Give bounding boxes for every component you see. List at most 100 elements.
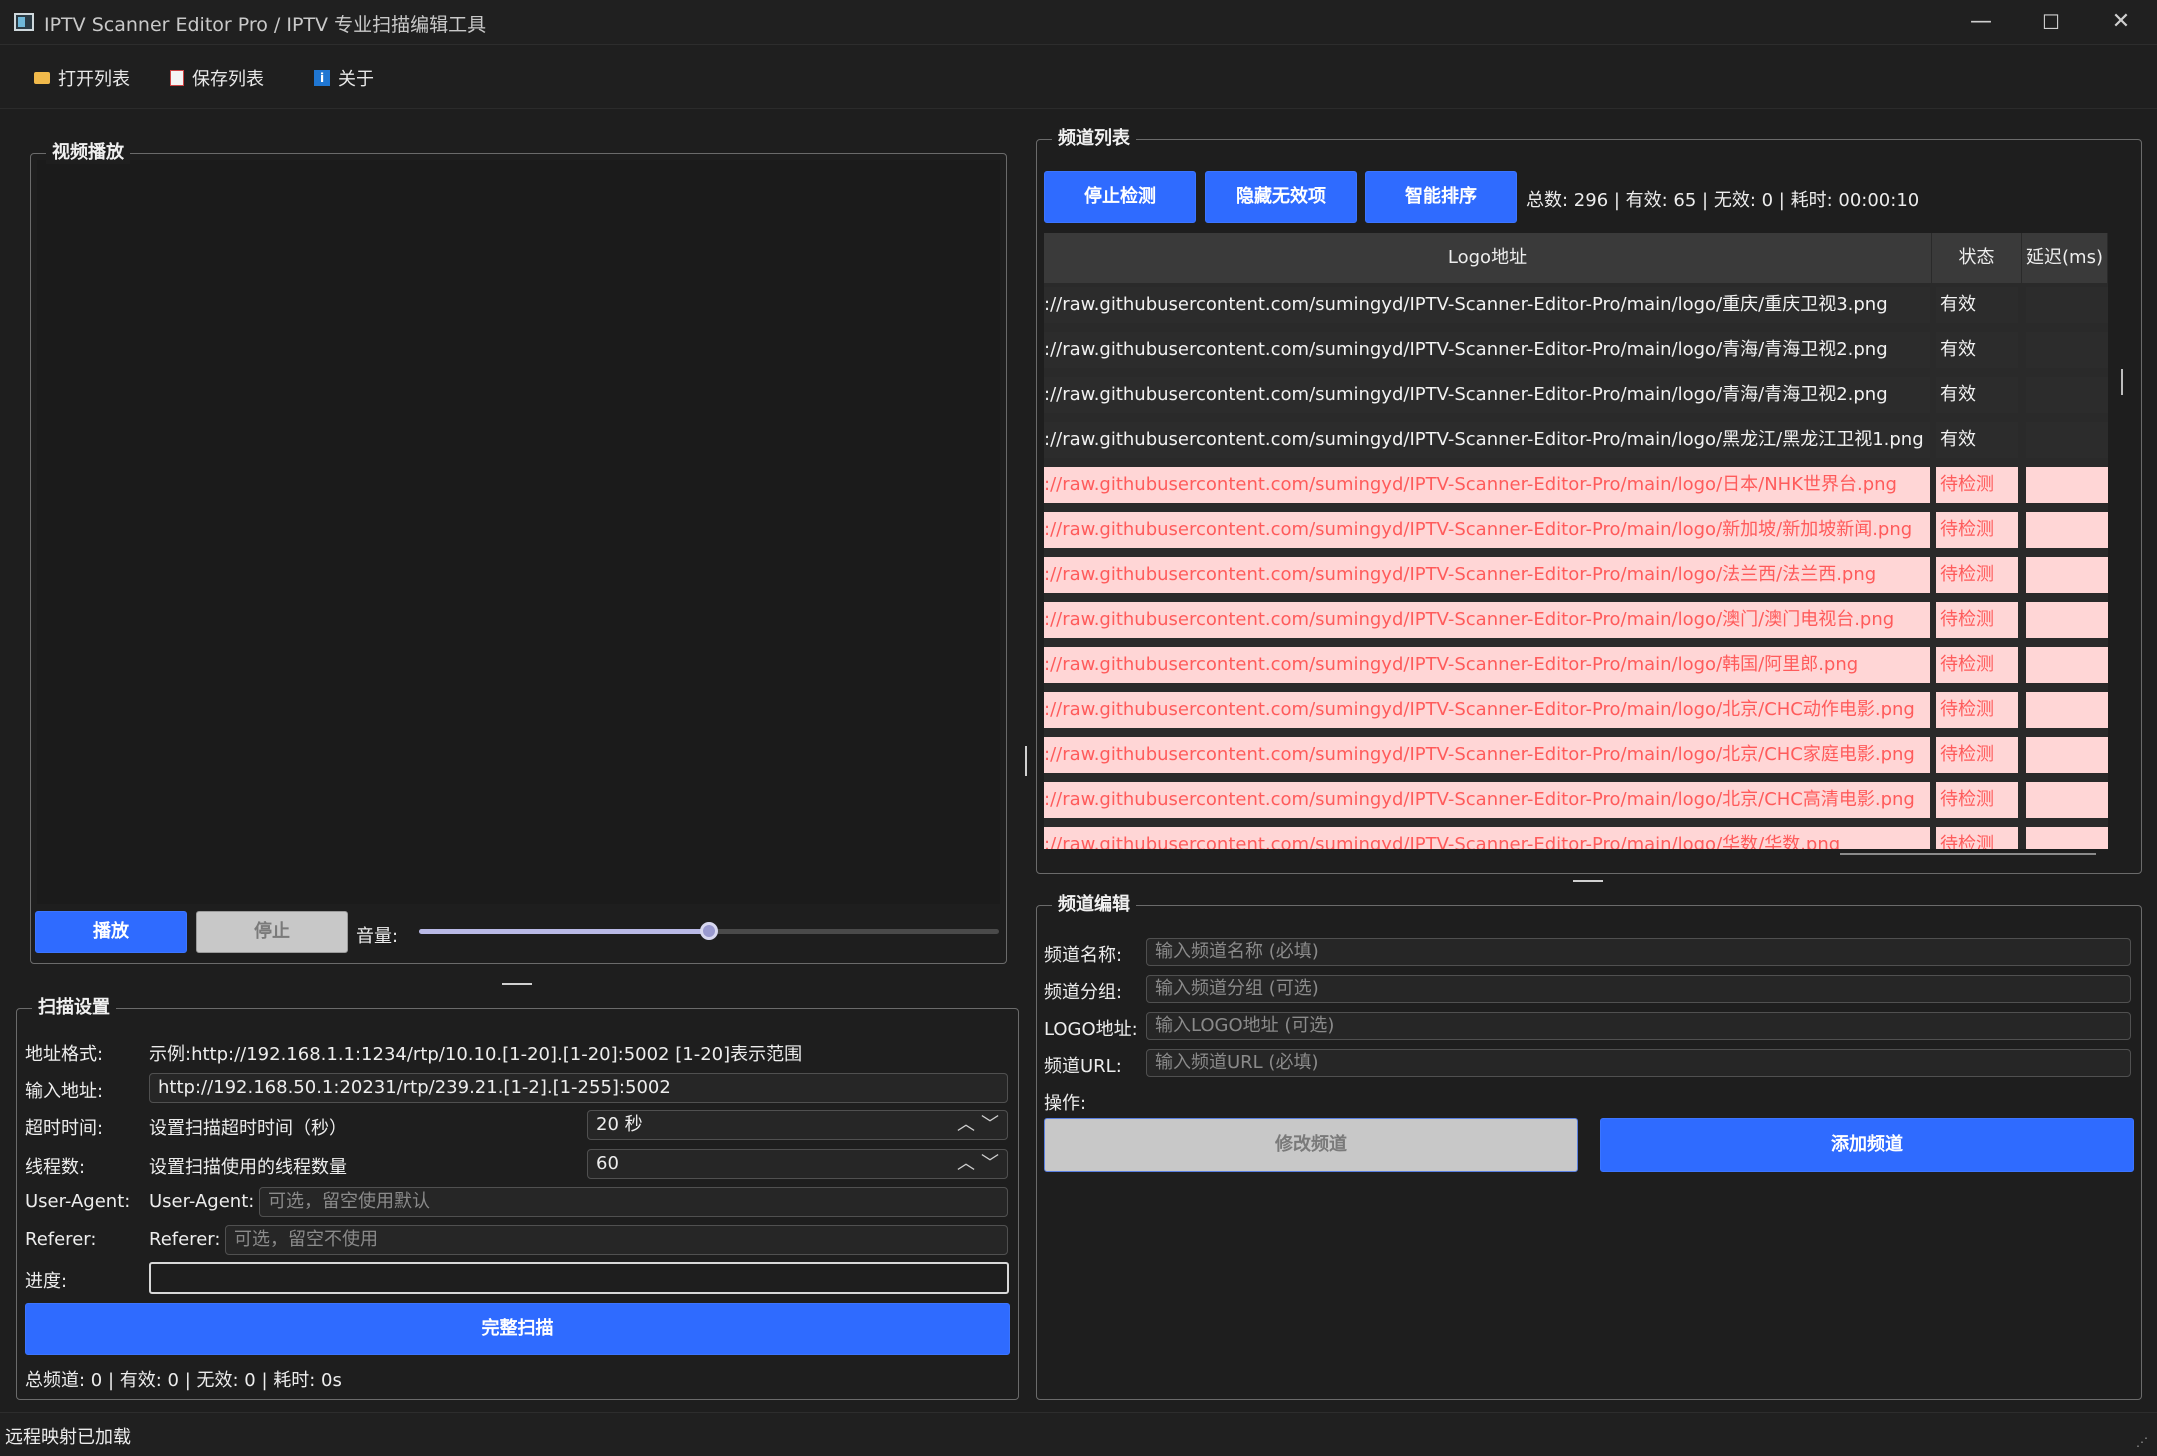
logo-url-cell[interactable]: ://raw.githubusercontent.com/sumingyd/IP… [1044, 557, 1930, 593]
resize-grip-icon[interactable]: ⋰ [2136, 1435, 2148, 1449]
table-row[interactable]: ://raw.githubusercontent.com/sumingyd/IP… [1044, 733, 2108, 778]
spin-down-icon[interactable]: ﹀ [981, 1111, 999, 1139]
status-cell[interactable]: 有效 [1936, 332, 2018, 368]
referer-input[interactable]: 可选，留空不使用 [225, 1225, 1008, 1255]
hide-invalid-button[interactable]: 隐藏无效项 [1205, 171, 1357, 223]
status-cell[interactable]: 待检测 [1936, 692, 2018, 728]
stop-check-button[interactable]: 停止检测 [1044, 171, 1196, 223]
logo-url-cell[interactable]: ://raw.githubusercontent.com/sumingyd/IP… [1044, 377, 1930, 413]
latency-cell[interactable] [2026, 602, 2108, 638]
channel-table[interactable]: Logo地址 状态 延迟(ms) ://raw.githubuserconten… [1044, 233, 2108, 849]
logo-address-input[interactable]: 输入LOGO地址 (可选) [1146, 1012, 2131, 1040]
table-row[interactable]: ://raw.githubusercontent.com/sumingyd/IP… [1044, 553, 2108, 598]
column-header-logo[interactable]: Logo地址 [1044, 233, 1932, 283]
channel-url-input[interactable]: 输入频道URL (必填) [1146, 1049, 2131, 1077]
status-cell[interactable]: 待检测 [1936, 467, 2018, 503]
video-area[interactable] [37, 160, 1000, 904]
logo-url-cell[interactable]: ://raw.githubusercontent.com/sumingyd/IP… [1044, 467, 1930, 503]
status-cell[interactable]: 待检测 [1936, 647, 2018, 683]
threads-label: 线程数: [25, 1157, 86, 1178]
logo-url-cell[interactable]: ://raw.githubusercontent.com/sumingyd/IP… [1044, 422, 1930, 458]
input-address-field[interactable]: http://192.168.50.1:20231/rtp/239.21.[1-… [149, 1073, 1008, 1103]
status-cell[interactable]: 待检测 [1936, 737, 2018, 773]
table-row[interactable]: ://raw.githubusercontent.com/sumingyd/IP… [1044, 643, 2108, 688]
table-row[interactable]: ://raw.githubusercontent.com/sumingyd/IP… [1044, 823, 2108, 849]
channel-group-input[interactable]: 输入频道分组 (可选) [1146, 975, 2131, 1003]
column-header-status[interactable]: 状态 [1932, 233, 2022, 283]
timeout-spinbox[interactable]: 20 秒 ︿ ﹀ [587, 1110, 1008, 1140]
spin-down-icon[interactable]: ﹀ [981, 1150, 999, 1178]
latency-cell[interactable] [2026, 287, 2108, 323]
latency-cell[interactable] [2026, 827, 2108, 849]
scrollbar-thumb[interactable] [2121, 369, 2123, 395]
stop-button[interactable]: 停止 [196, 911, 348, 953]
open-list-menu[interactable]: 打开列表 [34, 65, 130, 91]
latency-cell[interactable] [2026, 692, 2108, 728]
volume-label: 音量: [356, 926, 399, 947]
status-cell[interactable]: 待检测 [1936, 557, 2018, 593]
smart-sort-button[interactable]: 智能排序 [1365, 171, 1517, 223]
vertical-splitter-handle[interactable] [1025, 746, 1027, 776]
play-button[interactable]: 播放 [35, 911, 187, 953]
status-cell[interactable]: 待检测 [1936, 602, 2018, 638]
latency-cell[interactable] [2026, 512, 2108, 548]
table-row[interactable]: ://raw.githubusercontent.com/sumingyd/IP… [1044, 283, 2108, 328]
channel-name-input[interactable]: 输入频道名称 (必填) [1146, 938, 2131, 966]
latency-cell[interactable] [2026, 647, 2108, 683]
logo-url-cell[interactable]: ://raw.githubusercontent.com/sumingyd/IP… [1044, 512, 1930, 548]
status-cell[interactable]: 有效 [1936, 287, 2018, 323]
right-splitter-handle[interactable] [1573, 880, 1603, 882]
maximize-button[interactable]: ☐ [2016, 0, 2086, 45]
spin-up-icon[interactable]: ︿ [957, 1150, 975, 1178]
logo-url-cell[interactable]: ://raw.githubusercontent.com/sumingyd/IP… [1044, 647, 1930, 683]
about-menu[interactable]: i 关于 [314, 65, 374, 91]
logo-url-cell[interactable]: ://raw.githubusercontent.com/sumingyd/IP… [1044, 602, 1930, 638]
latency-cell[interactable] [2026, 557, 2108, 593]
latency-cell[interactable] [2026, 332, 2108, 368]
channel-edit-title: 频道编辑 [1052, 890, 1136, 916]
latency-cell[interactable] [2026, 467, 2108, 503]
user-agent-input[interactable]: 可选，留空使用默认 [259, 1187, 1008, 1217]
status-cell[interactable]: 有效 [1936, 377, 2018, 413]
status-cell[interactable]: 待检测 [1936, 512, 2018, 548]
table-row[interactable]: ://raw.githubusercontent.com/sumingyd/IP… [1044, 463, 2108, 508]
timeout-value: 20 秒 [596, 1114, 643, 1135]
threads-spinbox[interactable]: 60 ︿ ﹀ [587, 1149, 1008, 1179]
splitter-handle[interactable] [502, 983, 532, 985]
logo-url-cell[interactable]: ://raw.githubusercontent.com/sumingyd/IP… [1044, 692, 1930, 728]
full-scan-button[interactable]: 完整扫描 [25, 1303, 1010, 1355]
table-scrollbar[interactable] [2117, 233, 2127, 849]
logo-url-cell[interactable]: ://raw.githubusercontent.com/sumingyd/IP… [1044, 782, 1930, 818]
table-row[interactable]: ://raw.githubusercontent.com/sumingyd/IP… [1044, 508, 2108, 553]
table-row[interactable]: ://raw.githubusercontent.com/sumingyd/IP… [1044, 688, 2108, 733]
status-message: 远程映射已加载 [5, 1427, 131, 1448]
logo-url-cell[interactable]: ://raw.githubusercontent.com/sumingyd/IP… [1044, 287, 1930, 323]
table-row[interactable]: ://raw.githubusercontent.com/sumingyd/IP… [1044, 418, 2108, 463]
modify-channel-button[interactable]: 修改频道 [1044, 1118, 1578, 1172]
add-channel-button[interactable]: 添加频道 [1600, 1118, 2134, 1172]
scan-group-title: 扫描设置 [32, 993, 116, 1019]
table-row[interactable]: ://raw.githubusercontent.com/sumingyd/IP… [1044, 598, 2108, 643]
timeout-label: 超时时间: [25, 1118, 104, 1139]
volume-slider[interactable] [419, 922, 999, 940]
table-row[interactable]: ://raw.githubusercontent.com/sumingyd/IP… [1044, 778, 2108, 823]
logo-url-cell[interactable]: ://raw.githubusercontent.com/sumingyd/IP… [1044, 332, 1930, 368]
save-list-menu[interactable]: 保存列表 [170, 65, 264, 91]
close-button[interactable]: ✕ [2086, 0, 2156, 45]
table-row[interactable]: ://raw.githubusercontent.com/sumingyd/IP… [1044, 328, 2108, 373]
minimize-button[interactable]: — [1946, 0, 2016, 45]
horizontal-scrollbar-thumb[interactable] [1840, 853, 2096, 855]
latency-cell[interactable] [2026, 737, 2108, 773]
status-cell[interactable]: 待检测 [1936, 827, 2018, 849]
volume-handle[interactable] [700, 922, 718, 940]
spin-up-icon[interactable]: ︿ [957, 1111, 975, 1139]
status-cell[interactable]: 待检测 [1936, 782, 2018, 818]
table-row[interactable]: ://raw.githubusercontent.com/sumingyd/IP… [1044, 373, 2108, 418]
status-cell[interactable]: 有效 [1936, 422, 2018, 458]
column-header-latency[interactable]: 延迟(ms) [2022, 233, 2108, 283]
logo-url-cell[interactable]: ://raw.githubusercontent.com/sumingyd/IP… [1044, 827, 1930, 849]
logo-url-cell[interactable]: ://raw.githubusercontent.com/sumingyd/IP… [1044, 737, 1930, 773]
latency-cell[interactable] [2026, 422, 2108, 458]
latency-cell[interactable] [2026, 782, 2108, 818]
latency-cell[interactable] [2026, 377, 2108, 413]
